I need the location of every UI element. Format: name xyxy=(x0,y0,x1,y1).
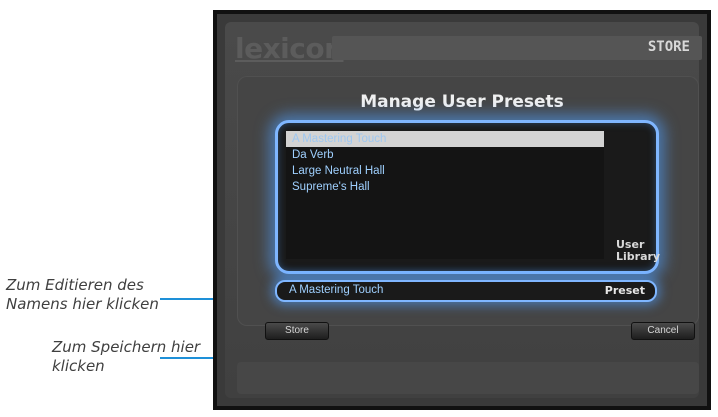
preset-label: Preset xyxy=(604,284,645,297)
cancel-button[interactable]: Cancel xyxy=(631,322,695,340)
list-item[interactable]: Supreme's Hall xyxy=(286,179,604,195)
dialog-layer: Manage User Presets A Mastering Touch Da… xyxy=(213,10,711,410)
preset-list[interactable]: A Mastering Touch Da Verb Large Neutral … xyxy=(286,131,604,259)
list-item[interactable]: Large Neutral Hall xyxy=(286,163,604,179)
preset-name-field[interactable]: A Mastering Touch Preset xyxy=(275,280,657,302)
list-item[interactable]: A Mastering Touch xyxy=(286,131,604,147)
callout-edit-name: Zum Editieren des Namens hier klicken xyxy=(6,276,159,313)
store-button[interactable]: Store xyxy=(265,322,329,340)
dialog-title: Manage User Presets xyxy=(360,92,564,112)
preset-name-input[interactable]: A Mastering Touch xyxy=(289,284,383,296)
user-library-panel: A Mastering Touch Da Verb Large Neutral … xyxy=(275,120,661,274)
list-item[interactable]: Da Verb xyxy=(286,147,604,163)
user-library-label: User Library xyxy=(616,238,661,263)
